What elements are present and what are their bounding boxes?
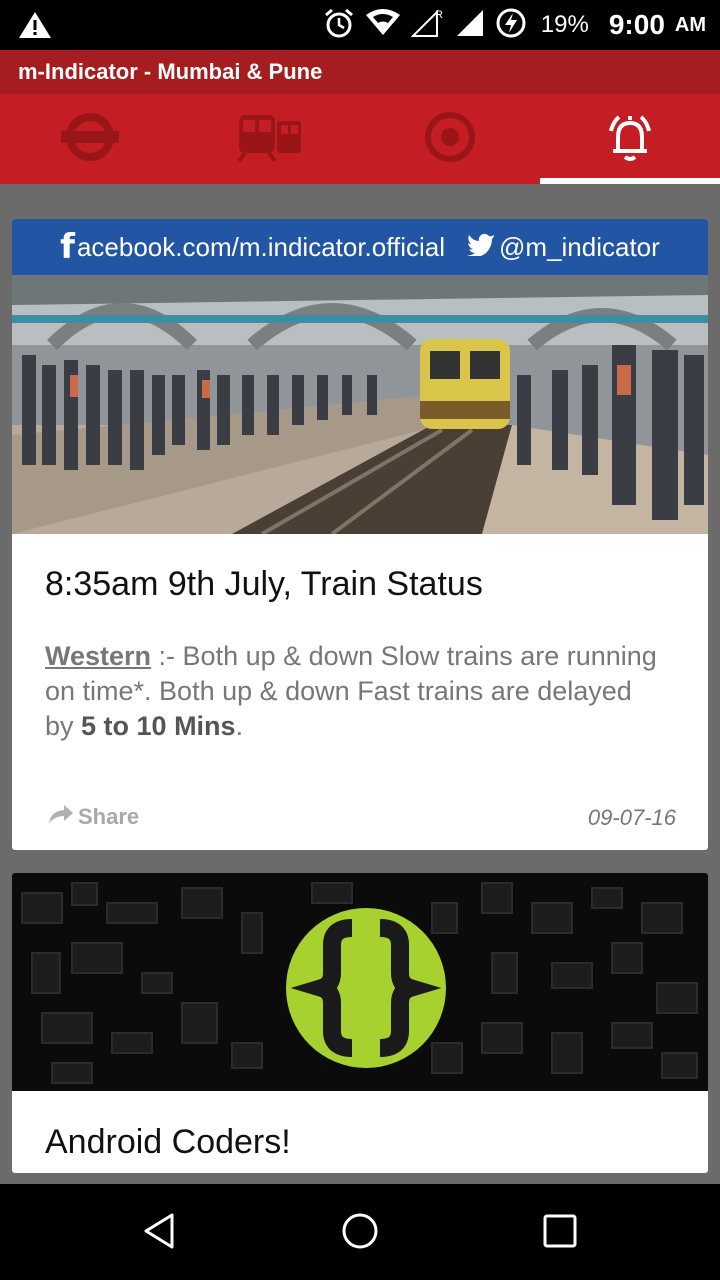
news-headline: 8:35am 9th July, Train Status — [45, 565, 483, 603]
news-card[interactable]: Android Coders! — [12, 873, 708, 1173]
news-date: 09-07-16 — [587, 805, 676, 830]
share-arrow-icon — [48, 804, 74, 830]
tab-metro[interactable] — [0, 94, 180, 184]
battery-percent: 19% — [540, 11, 589, 38]
warning-icon — [18, 10, 52, 45]
home-icon — [340, 1211, 380, 1256]
metro-icon — [59, 112, 121, 167]
news-card[interactable]: f acebook.com/m.indicator.official @m_in… — [12, 219, 708, 850]
facebook-handle: acebook.com/m.indicator.official — [76, 231, 446, 262]
share-label: Share — [78, 804, 140, 829]
clock-time: 9:00 — [608, 9, 665, 40]
android-coders-banner — [12, 873, 708, 1091]
system-nav-bar — [0, 1184, 720, 1280]
tab-alerts[interactable] — [540, 94, 720, 184]
svg-text:R: R — [435, 9, 443, 21]
app-title: m-Indicator - Mumbai & Pune — [18, 59, 323, 84]
status-bar: R 19% 9:00 AM — [0, 0, 720, 50]
news-body: Western :- Both up & down Slow trains ar… — [45, 641, 657, 741]
recents-button[interactable] — [520, 1206, 600, 1260]
alarm-icon — [323, 7, 355, 44]
tab-bar — [0, 94, 720, 184]
facebook-icon: f — [60, 227, 75, 267]
tab-target[interactable] — [360, 94, 540, 184]
signal-roaming-icon: R — [410, 8, 445, 43]
station-photo — [12, 275, 708, 534]
home-button[interactable] — [320, 1206, 400, 1260]
share-button[interactable]: Share — [48, 804, 139, 830]
wifi-icon — [365, 8, 401, 42]
twitter-handle: @m_indicator — [499, 231, 660, 262]
alarm-bell-icon — [601, 111, 659, 168]
train-icon — [235, 111, 305, 168]
recents-icon — [542, 1213, 578, 1254]
app-title-bar: m-Indicator - Mumbai & Pune — [0, 50, 720, 94]
card-title: Android Coders! — [45, 1123, 291, 1161]
news-body-region-link[interactable]: Western — [45, 641, 151, 671]
tab-selected-indicator — [540, 178, 720, 184]
clock-ampm: AM — [674, 13, 706, 36]
social-banner: f acebook.com/m.indicator.official @m_in… — [12, 219, 708, 275]
twitter-icon — [467, 232, 495, 263]
target-icon — [423, 110, 477, 169]
back-button[interactable] — [120, 1206, 200, 1260]
back-icon — [140, 1211, 180, 1256]
tab-train[interactable] — [180, 94, 360, 184]
battery-charging-icon — [495, 7, 527, 44]
signal-icon — [455, 8, 485, 43]
